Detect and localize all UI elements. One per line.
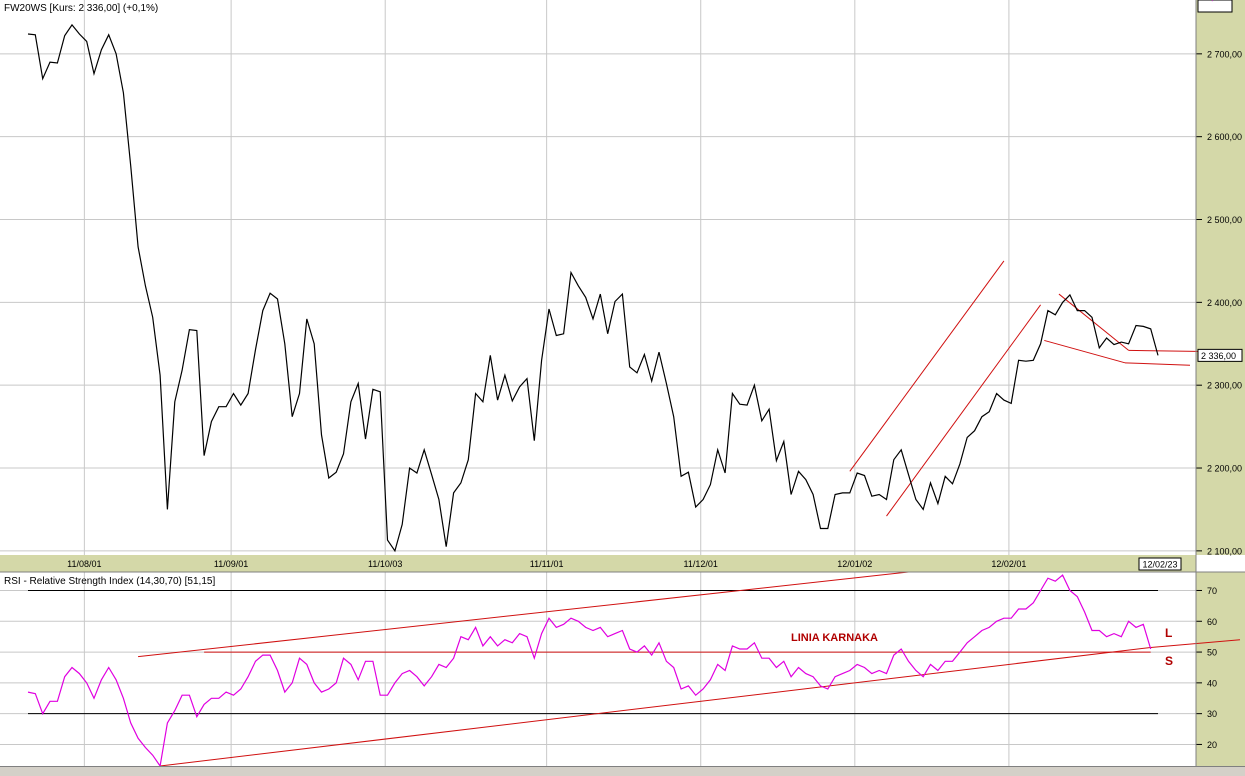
rsi-y-tick-label: 50 — [1207, 648, 1217, 658]
short-annotation: S — [1165, 654, 1173, 668]
rsi-y-tick-label: 30 — [1207, 709, 1217, 719]
rsi-axis-strip — [1196, 572, 1245, 766]
last-price-label: 2 336,00 — [1201, 351, 1236, 361]
price-y-tick-label: 2 500,00 — [1207, 215, 1242, 225]
price-y-tick-label: 2 300,00 — [1207, 381, 1242, 391]
last-rsi-label: 51,15 — [1201, 0, 1224, 2]
price-y-tick-label: 2 200,00 — [1207, 464, 1242, 474]
long-annotation: L — [1165, 626, 1172, 640]
price-y-tick-label: 2 600,00 — [1207, 132, 1242, 142]
date-tick-label: 11/12/01 — [684, 559, 718, 569]
date-tick-label: 11/11/01 — [530, 559, 564, 569]
price-y-tick-label: 2 700,00 — [1207, 49, 1242, 59]
rsi-y-tick-label: 20 — [1207, 740, 1217, 750]
last-date-label: 12/02/23 — [1142, 560, 1177, 570]
chart-svg: 2 700,00 2 600,00 2 500,00 2 400,00 2 300,00… — [0, 0, 1245, 768]
date-tick-label: 11/09/01 — [214, 559, 248, 569]
rsi-y-tick-label: 70 — [1207, 586, 1217, 596]
date-tick-label: 11/10/03 — [368, 559, 402, 569]
rsi-y-tick-label: 40 — [1207, 678, 1217, 688]
rsi-y-tick-label: 60 — [1207, 617, 1217, 627]
rsi-chart-title: RSI - Relative Strength Index (14,30,70)… — [4, 576, 215, 587]
chart-window: 2 700,00 2 600,00 2 500,00 2 400,00 2 300,00… — [0, 0, 1245, 776]
price-chart-title: FW20WS [Kurs: 2 336,00] (+0,1%) — [4, 3, 158, 14]
price-y-tick-label: 2 400,00 — [1207, 298, 1242, 308]
price-y-tick-label: 2 100,00 — [1207, 546, 1242, 556]
linia-karnaka-annotation: LINIA KARNAKA — [791, 632, 878, 644]
date-tick-label: 11/08/01 — [67, 559, 101, 569]
date-tick-label: 12/02/01 — [991, 559, 1026, 569]
date-tick-label: 12/01/02 — [837, 559, 872, 569]
